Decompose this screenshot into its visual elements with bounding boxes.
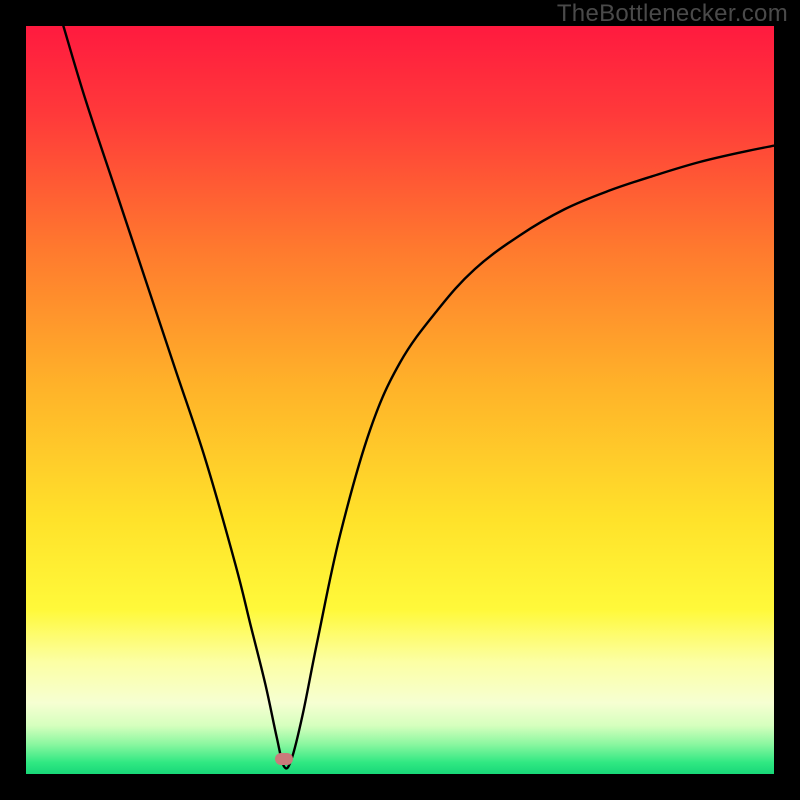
chart-frame: TheBottlenecker.com [0, 0, 800, 800]
optimal-point-marker [275, 753, 293, 765]
plot-background [26, 26, 774, 774]
watermark-text: TheBottlenecker.com [557, 0, 788, 28]
bottleneck-chart [26, 26, 774, 774]
